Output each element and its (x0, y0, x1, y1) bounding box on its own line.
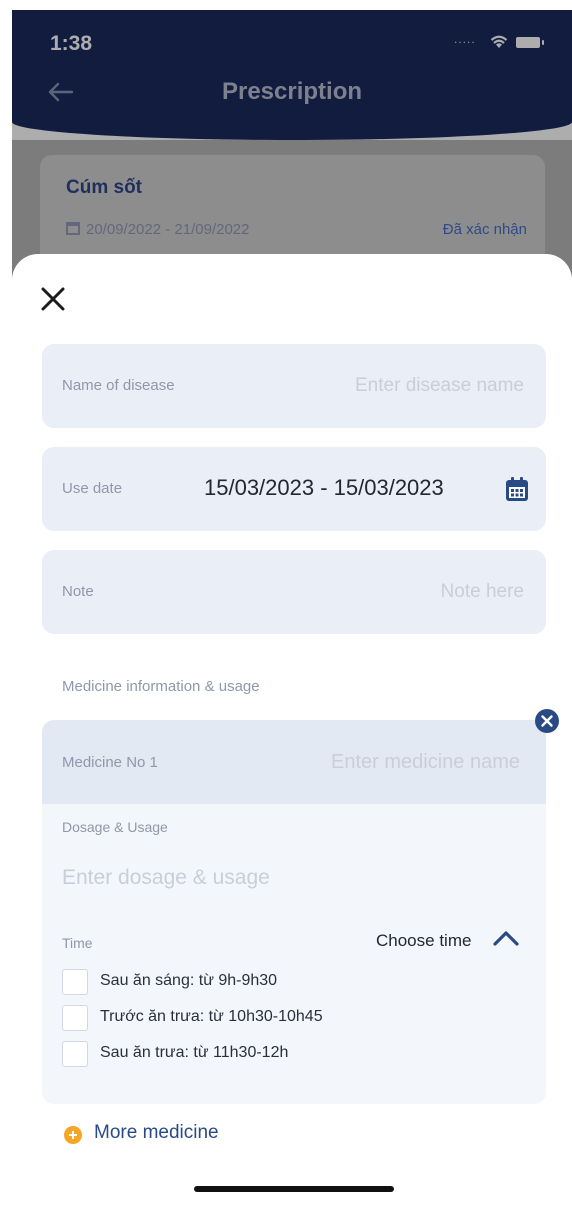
time-option-label: Sau ăn trưa: từ 11h30-12h (100, 1044, 289, 1061)
medicine-name-field[interactable]: Medicine No 1 Enter medicine name (42, 720, 546, 804)
calendar-icon[interactable] (504, 477, 530, 503)
card-date-text: 20/09/2022 - 21/09/2022 (86, 221, 250, 238)
status-time: 1:38 (50, 32, 93, 55)
battery-icon (516, 37, 544, 48)
choose-time-button[interactable]: Choose time (376, 931, 471, 951)
note-input[interactable]: Note here (441, 581, 524, 603)
time-option-label: Sau ăn sáng: từ 9h-9h30 (100, 972, 278, 989)
medicine-card: Medicine No 1 Enter medicine name Dosage… (42, 709, 559, 1104)
medicine-section-label: Medicine information & usage (62, 678, 260, 695)
time-option-checkbox[interactable] (62, 969, 88, 995)
page-title: Prescription (221, 78, 363, 105)
header-bar: 1:38 ..... Prescription (12, 10, 572, 140)
disease-label: Name of disease (62, 377, 175, 394)
app-screen: 1:38 ..... Prescription Cúm sốt 20/09/20… (12, 10, 572, 1211)
wifi-icon (490, 35, 508, 48)
note-field[interactable]: Note Note here (42, 550, 546, 634)
plus-circle-icon (64, 1126, 82, 1144)
bottom-sheet: Name of disease Enter disease name Use d… (12, 254, 572, 1211)
card-status: Đã xác nhận (442, 221, 527, 238)
dim-overlay (12, 10, 572, 140)
use-date-value[interactable]: 15/03/2023 - 15/03/2023 (204, 475, 444, 501)
time-option-label: Trước ăn trưa: từ 10h30-10h45 (100, 1008, 323, 1025)
time-label: Time (62, 935, 93, 951)
home-indicator (194, 1186, 394, 1192)
signal-dots: ..... (454, 32, 476, 46)
time-option-checkbox[interactable] (62, 1005, 88, 1031)
more-medicine-label: More medicine (94, 1122, 219, 1143)
chevron-up-icon[interactable] (490, 926, 522, 950)
use-date-label: Use date (62, 480, 123, 497)
note-label: Note (62, 583, 94, 600)
background-prescription-card: Cúm sốt 20/09/2022 - 21/09/2022 Đã xác n… (40, 155, 545, 265)
calendar-icon (66, 222, 80, 235)
dosage-input[interactable]: Enter dosage & usage (62, 866, 270, 890)
use-date-field[interactable]: Use date 15/03/2023 - 15/03/2023 (42, 447, 546, 531)
medicine-input[interactable]: Enter medicine name (331, 751, 520, 774)
close-icon[interactable] (38, 284, 68, 314)
medicine-label: Medicine No 1 (62, 754, 158, 771)
disease-field[interactable]: Name of disease Enter disease name (42, 344, 546, 428)
time-option-checkbox[interactable] (62, 1041, 88, 1067)
remove-medicine-icon[interactable] (534, 708, 560, 734)
disease-input[interactable]: Enter disease name (355, 375, 524, 397)
card-date: 20/09/2022 - 21/09/2022 (66, 221, 249, 238)
dosage-label: Dosage & Usage (62, 819, 168, 835)
card-title: Cúm sốt (66, 177, 142, 198)
